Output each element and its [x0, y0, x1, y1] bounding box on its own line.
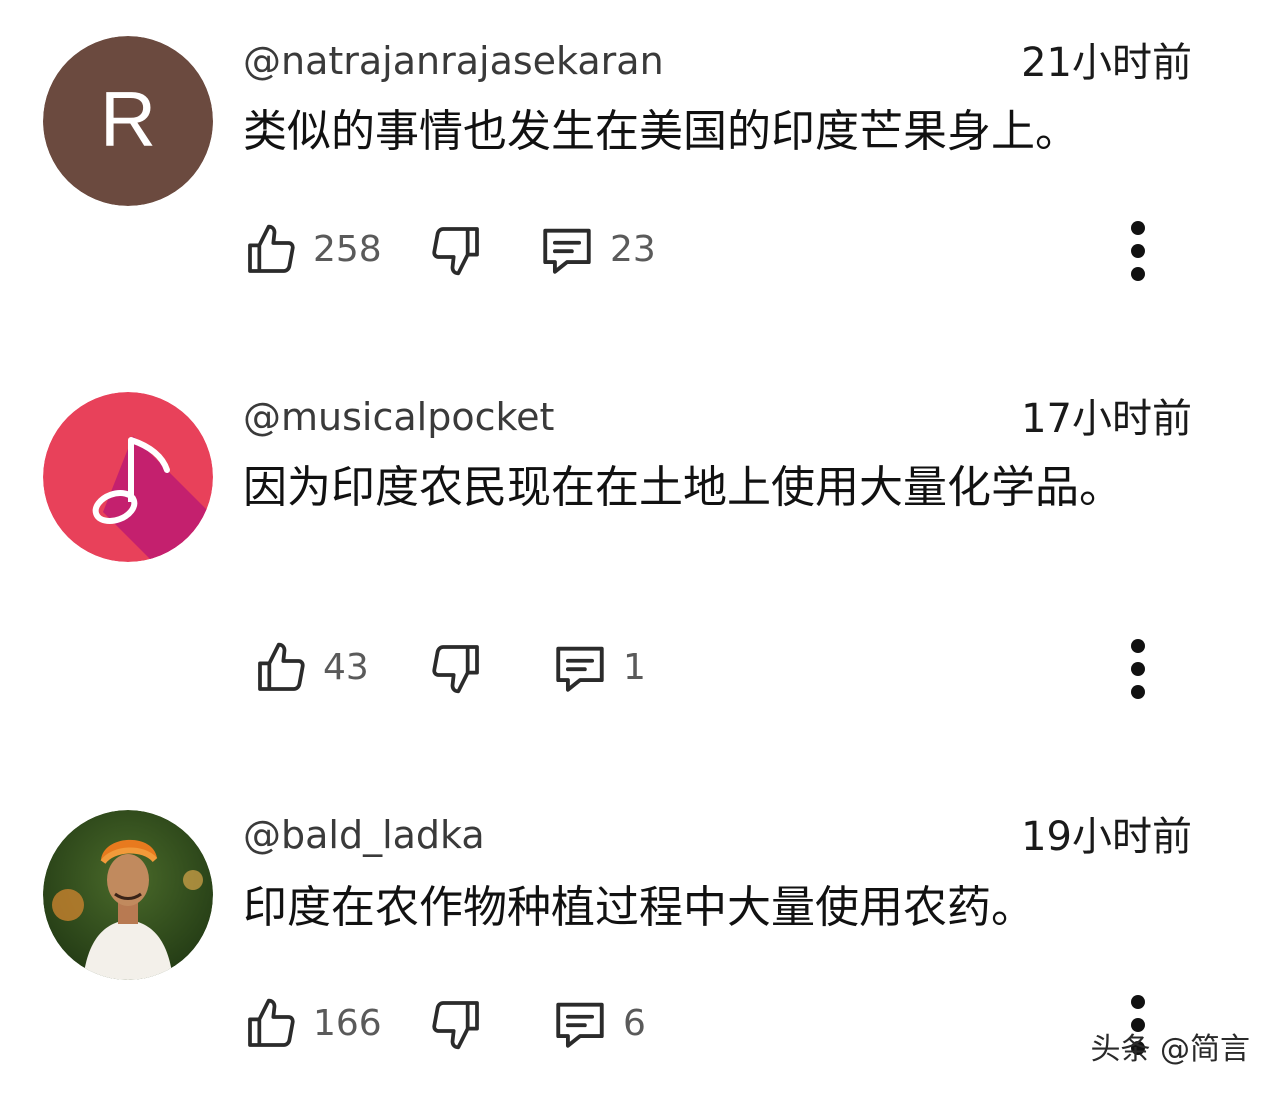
like-button[interactable]: 166 — [243, 994, 382, 1054]
comment-text: 因为印度农民现在在土地上使用大量化学品。 — [243, 462, 1123, 513]
comment-author[interactable]: @musicalpocket — [243, 394, 554, 440]
thumbs-up-icon — [248, 224, 295, 273]
avatar-letter: R — [100, 75, 156, 163]
avatar[interactable] — [43, 392, 213, 562]
comment-time: 21小时前 — [1021, 40, 1192, 86]
like-count: 43 — [323, 647, 369, 688]
comment-author[interactable]: @bald_ladka — [243, 812, 485, 858]
comment-time: 19小时前 — [1021, 814, 1192, 860]
like-button[interactable]: 43 — [253, 638, 369, 698]
avatar[interactable]: R — [43, 36, 213, 206]
reply-count: 23 — [610, 229, 656, 270]
more-options-icon[interactable] — [1118, 216, 1158, 286]
comment-text: 类似的事情也发生在美国的印度芒果身上。 — [243, 106, 1079, 157]
thumbs-down-icon — [432, 1001, 479, 1050]
dislike-button[interactable] — [428, 994, 484, 1054]
like-count: 166 — [313, 1003, 382, 1044]
comment-icon — [556, 1002, 604, 1048]
reply-button[interactable]: 23 — [538, 220, 656, 280]
reply-button[interactable]: 6 — [551, 994, 646, 1054]
comment-time: 17小时前 — [1021, 396, 1192, 442]
person-photo — [43, 810, 213, 980]
thumbs-down-icon — [432, 227, 479, 276]
like-button[interactable]: 258 — [243, 220, 382, 280]
comment-icon — [543, 228, 591, 274]
avatar[interactable] — [43, 810, 213, 980]
comment-actions: 258 23 — [243, 220, 1203, 280]
dislike-button[interactable] — [428, 220, 484, 280]
reply-count: 1 — [623, 647, 646, 688]
thumbs-up-icon — [248, 998, 295, 1047]
watermark: 头条 @简言 — [1090, 1032, 1250, 1067]
comment-actions: 166 6 — [243, 994, 1203, 1054]
comment-actions: 43 1 — [243, 638, 1203, 698]
thumbs-up-icon — [258, 642, 305, 691]
like-count: 258 — [313, 229, 382, 270]
comment-icon — [556, 646, 604, 692]
comment-author[interactable]: @natrajanrajasekaran — [243, 38, 664, 84]
thumbs-down-icon — [432, 645, 479, 694]
comment-text: 印度在农作物种植过程中大量使用农药。 — [243, 882, 1035, 933]
more-options-icon[interactable] — [1118, 634, 1158, 704]
reply-count: 6 — [623, 1003, 646, 1044]
dislike-button[interactable] — [428, 638, 484, 698]
reply-button[interactable]: 1 — [551, 638, 646, 698]
music-note-icon — [43, 392, 213, 562]
